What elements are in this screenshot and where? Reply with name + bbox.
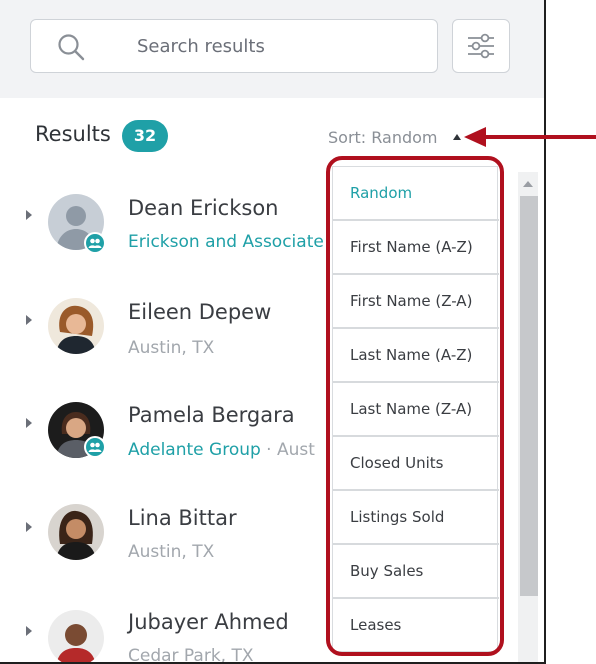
list-item[interactable]: Dean Erickson Erickson and Associate	[0, 164, 330, 264]
agent-photo	[56, 624, 96, 662]
caret-right-icon[interactable]	[24, 520, 34, 534]
list-item[interactable]: Jubayer Ahmed Cedar Park, TX	[0, 580, 330, 664]
sort-option-last-name-asc[interactable]: Last Name (A-Z)	[333, 329, 499, 383]
agent-photo	[56, 305, 96, 354]
search-box[interactable]	[30, 19, 438, 73]
sort-option-last-name-desc[interactable]: Last Name (Z-A)	[333, 383, 499, 437]
avatar	[48, 298, 104, 354]
agent-location: · Aust	[260, 440, 315, 460]
agent-location: Cedar Park, TX	[128, 646, 254, 664]
search-header	[0, 0, 544, 98]
agent-location: Austin, TX	[128, 542, 215, 562]
sort-option-first-name-desc[interactable]: First Name (Z-A)	[333, 275, 499, 329]
agent-name[interactable]: Pamela Bergara	[128, 403, 295, 427]
agent-subtitle: Adelante Group · Aust	[128, 440, 315, 460]
agent-name[interactable]: Dean Erickson	[128, 196, 279, 220]
agent-name[interactable]: Eileen Depew	[128, 300, 271, 324]
sliders-icon	[468, 33, 494, 59]
agent-name[interactable]: Lina Bittar	[128, 506, 237, 530]
scrollbar-thumb[interactable]	[520, 196, 538, 596]
sort-option-random[interactable]: Random	[333, 167, 499, 221]
search-input[interactable]	[137, 32, 417, 60]
caret-right-icon[interactable]	[24, 624, 34, 638]
agent-company[interactable]: Adelante Group	[128, 440, 261, 460]
team-icon	[84, 436, 106, 458]
sort-option-closed-units[interactable]: Closed Units	[333, 437, 499, 491]
annotation-arrow-icon	[464, 127, 596, 147]
results-count-badge: 32	[122, 120, 168, 152]
sort-option-listings-sold[interactable]: Listings Sold	[333, 491, 499, 545]
sort-option-leases[interactable]: Leases	[333, 599, 499, 653]
filter-button[interactable]	[452, 19, 510, 73]
list-item[interactable]: Eileen Depew Austin, TX	[0, 268, 330, 368]
avatar	[48, 610, 104, 662]
agent-company[interactable]: Erickson and Associate	[128, 232, 324, 252]
agent-photo	[56, 510, 96, 560]
caret-right-icon[interactable]	[24, 416, 34, 430]
search-icon	[58, 34, 85, 61]
sort-dropdown-menu: Random First Name (A-Z) First Name (Z-A)…	[332, 166, 499, 653]
results-panel: Results 32 Sort: Random Dean Erickson Er…	[0, 0, 546, 664]
agent-location: Austin, TX	[128, 338, 215, 358]
sort-option-buy-sales[interactable]: Buy Sales	[333, 545, 499, 599]
list-item[interactable]: Lina Bittar Austin, TX	[0, 476, 330, 576]
sort-dropdown-toggle[interactable]: Sort: Random	[328, 128, 438, 147]
results-heading: Results	[35, 122, 111, 146]
scroll-up-icon[interactable]	[522, 180, 534, 188]
caret-up-icon[interactable]	[452, 133, 462, 141]
agent-name[interactable]: Jubayer Ahmed	[128, 610, 289, 634]
sort-option-first-name-asc[interactable]: First Name (A-Z)	[333, 221, 499, 275]
caret-right-icon[interactable]	[24, 313, 34, 327]
team-icon	[84, 232, 106, 254]
avatar	[48, 504, 104, 560]
list-item[interactable]: Pamela Bergara Adelante Group · Aust	[0, 372, 330, 472]
caret-right-icon[interactable]	[24, 208, 34, 222]
agent-subtitle: Erickson and Associate	[128, 232, 324, 252]
